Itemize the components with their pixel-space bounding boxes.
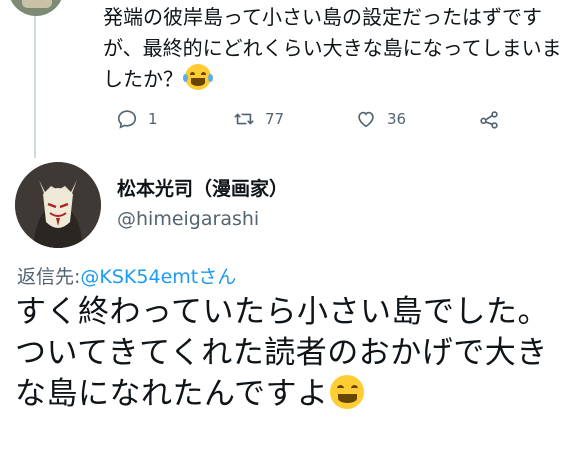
parent-tweet-actions: 1 77 36 <box>0 102 573 136</box>
author-handle[interactable]: @himeigarashi <box>117 208 259 230</box>
share-button[interactable] <box>478 102 500 136</box>
retweet-button[interactable]: 77 <box>233 102 284 136</box>
reply-tweet-text-body: すく終わっていたら小さい島でした。 ついてきてくれた読者のおかげで大きな島になれ… <box>15 294 549 412</box>
author-avatar[interactable] <box>15 162 101 248</box>
grinning-squinting-face-emoji <box>330 375 365 409</box>
reply-to-mention-link[interactable]: @KSK54emtさん <box>80 262 236 289</box>
retweet-icon <box>234 113 254 125</box>
like-button[interactable]: 36 <box>355 102 406 136</box>
reply-tweet-text: すく終わっていたら小さい島でした。 ついてきてくれた読者のおかげで大きな島になれ… <box>15 292 573 415</box>
rolling-on-floor-laughing-emoji <box>182 64 214 90</box>
retweet-count: 77 <box>265 110 285 128</box>
heart-icon <box>358 111 374 128</box>
like-count: 36 <box>387 110 407 128</box>
reply-button[interactable]: 1 <box>116 102 158 136</box>
parent-avatar[interactable] <box>8 0 64 16</box>
parent-tweet-text: 発端の彼岸島って小さい島の設定だったはずですが、最終的にどれくらい大きな島になっ… <box>103 2 573 95</box>
thread-line <box>34 16 36 158</box>
reply-icon <box>117 110 137 129</box>
reply-to-prefix: 返信先: <box>17 266 81 288</box>
reply-to-line: 返信先: @KSK54emtさん <box>17 262 236 289</box>
share-icon <box>480 111 498 129</box>
parent-tweet-text-body: 発端の彼岸島って小さい島の設定だったはずですが、最終的にどれくらい大きな島になっ… <box>103 5 562 91</box>
author-name[interactable]: 松本光司（漫画家） <box>117 174 288 201</box>
reply-count: 1 <box>148 110 158 128</box>
